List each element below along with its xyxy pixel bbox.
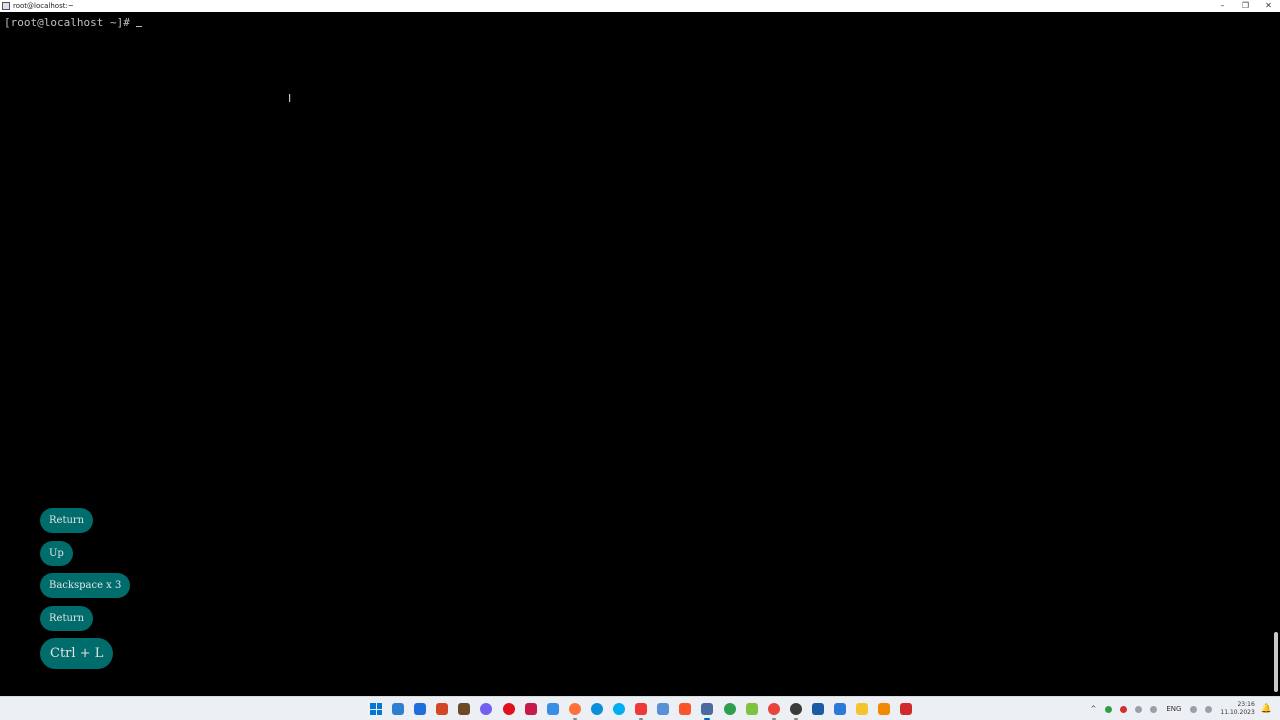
window-title: root@localhost:~: [13, 2, 74, 10]
tray-chevron-icon[interactable]: ^: [1090, 705, 1096, 713]
brave-icon[interactable]: [677, 701, 693, 717]
edge-icon[interactable]: [589, 701, 605, 717]
window-controls: – ❐ ✕: [1211, 0, 1280, 12]
file-explorer-icon-glyph: [856, 703, 869, 715]
skype-icon[interactable]: [611, 701, 627, 717]
mouse-ibeam-cursor-icon: I: [288, 92, 292, 105]
taskbar-app-icons: [368, 701, 920, 720]
firefox-icon[interactable]: [567, 701, 583, 720]
remote-desktop-icon-glyph: [414, 703, 427, 715]
virtualbox-icon[interactable]: [810, 701, 826, 717]
terminal-area[interactable]: [root@localhost ~]# I: [0, 12, 1271, 696]
keystroke-pill-latest: Ctrl + L: [40, 638, 114, 669]
archive-icon-glyph: [458, 703, 471, 715]
language-indicator[interactable]: ENG: [1166, 705, 1181, 713]
window-title-bar[interactable]: root@localhost:~ – ❐ ✕: [0, 0, 1280, 12]
taskbar: ^ ENG 23:16 11.10.2023 🔔: [0, 696, 1280, 720]
tray-battery-icon[interactable]: [1135, 705, 1143, 713]
chrome-icon-glyph: [767, 703, 780, 715]
tray-microphone-icon[interactable]: [1150, 705, 1158, 713]
taskbar-clock[interactable]: 23:16 11.10.2023: [1220, 701, 1254, 717]
keystroke-pill: Up: [40, 541, 73, 566]
firefox-icon-glyph: [568, 703, 581, 715]
text-cursor: [136, 16, 143, 27]
notepad-plus-icon-glyph: [745, 703, 758, 715]
notification-bell-icon[interactable]: 🔔: [1261, 704, 1272, 714]
powerpoint-icon-glyph: [436, 703, 449, 715]
keystroke-pill: Backspace x 3: [40, 573, 131, 598]
raspberry-pi-icon[interactable]: [523, 701, 539, 717]
powerpoint-icon[interactable]: [434, 701, 450, 717]
chrome-icon[interactable]: [766, 701, 782, 720]
minimize-button[interactable]: –: [1211, 0, 1234, 12]
shell-prompt: [root@localhost ~]#: [4, 16, 137, 29]
system-tray: ^ ENG 23:16 11.10.2023 🔔: [1085, 697, 1280, 720]
vivaldi-icon-glyph: [635, 703, 648, 715]
keystroke-pill: Return: [40, 508, 94, 533]
remote-desktop-icon[interactable]: [412, 701, 428, 717]
obs-icon-glyph: [789, 703, 802, 715]
archive-icon[interactable]: [456, 701, 472, 717]
remote-viewer-icon-glyph: [833, 703, 846, 715]
viber-icon[interactable]: [478, 701, 494, 717]
feather-icon[interactable]: [545, 701, 561, 717]
greenshot-icon[interactable]: [722, 701, 738, 717]
windows-logo: [370, 703, 382, 715]
screen-recorder-icon[interactable]: [898, 701, 914, 717]
tray-network-icon[interactable]: [1190, 705, 1198, 713]
remote-viewer-icon[interactable]: [832, 701, 848, 717]
file-explorer-icon[interactable]: [854, 701, 870, 717]
scrollbar-thumb[interactable]: [1274, 632, 1278, 692]
widgets-icon[interactable]: [390, 701, 406, 717]
screen-recorder-icon-glyph: [900, 703, 913, 715]
vivaldi-icon[interactable]: [633, 701, 649, 720]
raspberry-pi-icon-glyph: [524, 703, 537, 715]
obs-icon[interactable]: [788, 701, 804, 720]
snipping-tool-icon[interactable]: [655, 701, 671, 717]
terminal-scrollbar[interactable]: [1271, 12, 1280, 696]
edge-icon-glyph: [590, 703, 603, 715]
tray-security-icon[interactable]: [1105, 705, 1113, 713]
widgets-icon-glyph: [392, 703, 405, 715]
viber-icon-glyph: [480, 703, 493, 715]
notepad-plus-icon[interactable]: [744, 701, 760, 717]
feather-icon-glyph: [546, 703, 559, 715]
virtualbox-icon-glyph: [811, 703, 824, 715]
close-button[interactable]: ✕: [1257, 0, 1280, 12]
snipping-tool-icon-glyph: [657, 703, 670, 715]
clock-time: 23:16: [1237, 701, 1255, 708]
putty-icon[interactable]: [699, 701, 715, 720]
tray-record-icon[interactable]: [1120, 705, 1128, 713]
skype-icon-glyph: [613, 703, 626, 715]
opera-icon-glyph: [502, 703, 515, 715]
tray-volume-icon[interactable]: [1205, 705, 1213, 713]
opera-icon[interactable]: [501, 701, 517, 717]
greenshot-icon-glyph: [723, 703, 736, 715]
maximize-button[interactable]: ❐: [1234, 0, 1257, 12]
putty-icon-glyph: [701, 703, 714, 715]
start-icon[interactable]: [368, 701, 384, 717]
brave-icon-glyph: [679, 703, 692, 715]
terminal-prompt-line: [root@localhost ~]#: [4, 16, 143, 29]
clock-date: 11.10.2023: [1220, 709, 1255, 716]
vlc-icon[interactable]: [876, 701, 892, 717]
vlc-icon-glyph: [878, 703, 891, 715]
terminal-app-icon: [2, 2, 10, 10]
keystroke-pill: Return: [40, 606, 94, 631]
